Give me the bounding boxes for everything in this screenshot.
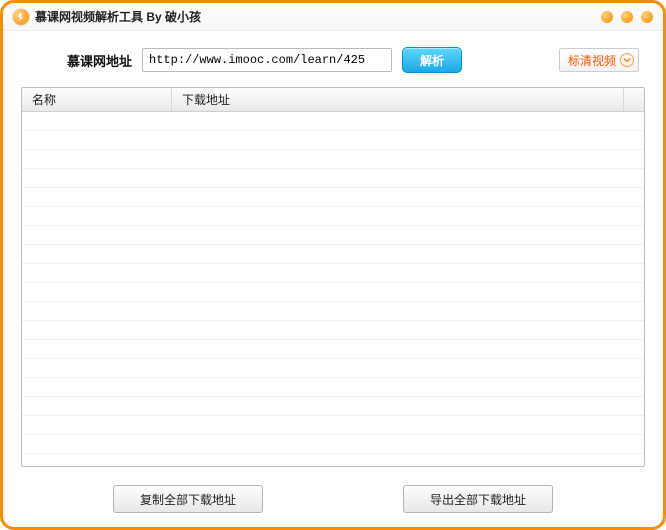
column-header-name[interactable]: 名称: [22, 88, 172, 111]
app-icon: [13, 9, 29, 25]
table-row: [22, 416, 644, 435]
table-row: [22, 150, 644, 169]
table-row: [22, 321, 644, 340]
table-row: [22, 454, 644, 466]
window-title: 慕课网视频解析工具 By 破小孩: [35, 8, 201, 25]
column-header-scroll-gap: [624, 88, 644, 111]
url-input[interactable]: [142, 48, 392, 72]
chevron-down-icon: [620, 53, 634, 67]
minimize-button[interactable]: [601, 11, 613, 23]
close-button[interactable]: [641, 11, 653, 23]
toolbar: 慕课网地址 解析 标清视频: [3, 31, 663, 87]
table-row: [22, 245, 644, 264]
table-row: [22, 169, 644, 188]
table-row: [22, 283, 644, 302]
titlebar: 慕课网视频解析工具 By 破小孩: [3, 3, 663, 31]
table-row: [22, 207, 644, 226]
quality-select[interactable]: 标清视频: [559, 48, 639, 72]
copy-all-button[interactable]: 复制全部下载地址: [113, 485, 263, 513]
results-grid: 名称 下载地址: [21, 87, 645, 467]
table-row: [22, 359, 644, 378]
table-row: [22, 112, 644, 131]
quality-label: 标清视频: [568, 52, 616, 69]
window-controls: [601, 11, 653, 23]
column-header-url[interactable]: 下载地址: [172, 88, 624, 111]
table-row: [22, 378, 644, 397]
table-row: [22, 188, 644, 207]
table-row: [22, 435, 644, 454]
table-row: [22, 397, 644, 416]
table-row: [22, 226, 644, 245]
app-window: 慕课网视频解析工具 By 破小孩 慕课网地址 解析 标清视频 名称 下载地址 复…: [0, 0, 666, 530]
table-row: [22, 340, 644, 359]
export-all-button[interactable]: 导出全部下载地址: [403, 485, 553, 513]
table-row: [22, 131, 644, 150]
grid-body[interactable]: [22, 112, 644, 466]
bottom-toolbar: 复制全部下载地址 导出全部下载地址: [3, 467, 663, 523]
maximize-button[interactable]: [621, 11, 633, 23]
table-row: [22, 264, 644, 283]
table-row: [22, 302, 644, 321]
url-label: 慕课网地址: [67, 51, 132, 70]
parse-button[interactable]: 解析: [402, 47, 462, 73]
grid-header: 名称 下载地址: [22, 88, 644, 112]
